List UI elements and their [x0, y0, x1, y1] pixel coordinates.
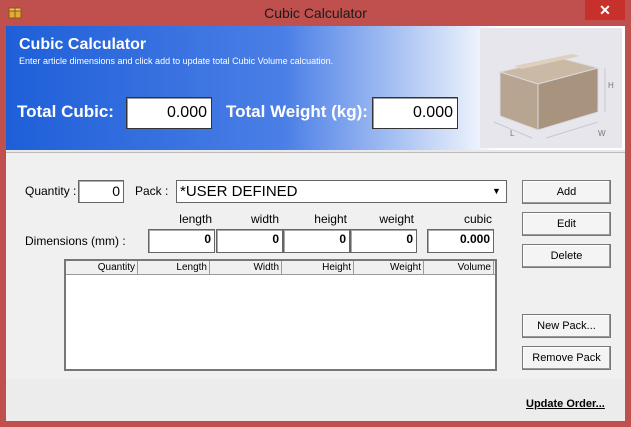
total-weight-field: 0.000 — [372, 97, 458, 129]
table-header-weight[interactable]: Weight — [354, 261, 424, 274]
edit-button[interactable]: Edit — [522, 212, 611, 236]
table-header-quantity[interactable]: Quantity — [66, 261, 138, 274]
width-field[interactable]: 0 — [216, 229, 283, 253]
length-field[interactable]: 0 — [148, 229, 215, 253]
table-header: Quantity Length Width Height Weight Volu… — [66, 261, 495, 275]
column-weight: weight — [379, 212, 414, 226]
pack-select[interactable]: *USER DEFINED ▼ — [176, 180, 507, 203]
column-width: width — [250, 212, 279, 226]
delete-button[interactable]: Delete — [522, 244, 611, 268]
pack-selected-value: *USER DEFINED — [180, 183, 298, 200]
column-length: length — [179, 212, 212, 226]
column-cubic: cubic — [463, 212, 492, 226]
add-button[interactable]: Add — [522, 180, 611, 204]
header-subtitle: Enter article dimensions and click add t… — [19, 56, 334, 66]
total-cubic-label: Total Cubic: — [17, 102, 114, 121]
column-height: height — [314, 212, 347, 226]
header-title: Cubic Calculator — [19, 36, 147, 53]
total-weight-label: Total Weight (kg): — [226, 102, 368, 121]
chevron-down-icon[interactable]: ▼ — [489, 183, 504, 200]
quantity-label: Quantity : — [25, 184, 77, 198]
length-letter: L — [510, 129, 515, 138]
update-order-link[interactable]: Update Order... — [526, 398, 605, 410]
height-letter: H — [608, 81, 614, 90]
table-header-length[interactable]: Length — [138, 261, 210, 274]
cubic-field: 0.000 — [427, 229, 494, 253]
window-title: Cubic Calculator — [264, 5, 367, 21]
header-separator — [6, 150, 625, 153]
new-pack-button[interactable]: New Pack... — [522, 314, 611, 338]
close-button[interactable]: ✕ — [585, 0, 625, 20]
table-header-width[interactable]: Width — [210, 261, 282, 274]
pack-label: Pack : — [135, 184, 169, 198]
articles-table[interactable]: Quantity Length Width Height Weight Volu… — [64, 259, 497, 371]
header-banner: Cubic Calculator Enter article dimension… — [6, 26, 625, 150]
table-header-height[interactable]: Height — [282, 261, 354, 274]
quantity-field[interactable]: 0 — [78, 180, 124, 203]
cardboard-box-dimensions-image: H L W — [480, 28, 622, 148]
height-field[interactable]: 0 — [283, 229, 350, 253]
client-area: Cubic Calculator Enter article dimension… — [6, 26, 625, 421]
table-header-volume[interactable]: Volume — [424, 261, 494, 274]
dimensions-label: Dimensions (mm) : — [25, 234, 126, 248]
total-cubic-field: 0.000 — [126, 97, 212, 129]
cubic-calculator-window: Cubic Calculator ✕ Cubic Calculator Ente… — [0, 0, 631, 427]
remove-pack-button[interactable]: Remove Pack — [522, 346, 611, 370]
title-bar: Cubic Calculator ✕ — [0, 0, 631, 26]
width-letter: W — [598, 129, 606, 138]
weight-field[interactable]: 0 — [350, 229, 417, 253]
